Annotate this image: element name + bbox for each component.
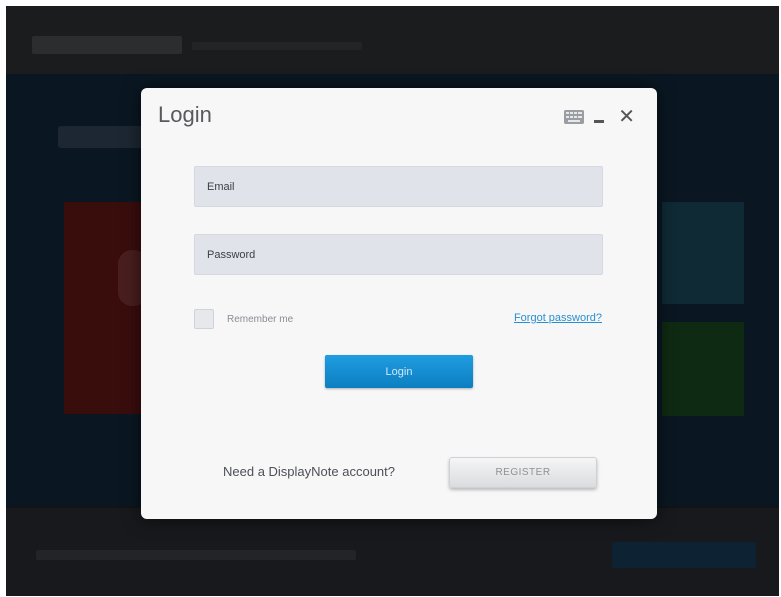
login-dialog: Login ✕ Remember me Forgot xyxy=(141,88,657,519)
app-tile-green xyxy=(662,322,744,416)
keyboard-icon[interactable] xyxy=(564,110,585,124)
dialog-title: Login xyxy=(158,102,212,127)
app-subtitle xyxy=(192,42,362,50)
app-section-title xyxy=(58,126,148,148)
register-prompt: Need a DisplayNote account? xyxy=(223,464,395,479)
window-controls: ✕ xyxy=(564,107,635,127)
minimize-icon[interactable] xyxy=(594,119,605,123)
forgot-password-link[interactable]: Forgot password? xyxy=(514,312,602,324)
app-header xyxy=(6,6,779,74)
close-icon[interactable]: ✕ xyxy=(618,107,635,127)
app-footer-text xyxy=(36,550,356,560)
remember-me-row: Remember me xyxy=(194,309,293,329)
login-button[interactable]: Login xyxy=(325,355,473,388)
app-footer xyxy=(6,508,779,596)
email-field[interactable] xyxy=(195,167,602,206)
password-field[interactable] xyxy=(195,235,602,274)
email-field-container xyxy=(194,166,603,207)
remember-me-label: Remember me xyxy=(227,313,294,325)
remember-me-checkbox[interactable] xyxy=(194,309,214,329)
register-button[interactable]: REGISTER xyxy=(449,457,597,488)
password-field-container xyxy=(194,234,603,275)
app-tile-teal xyxy=(662,202,744,304)
app-footer-button xyxy=(612,542,756,568)
app-logo xyxy=(32,36,182,54)
